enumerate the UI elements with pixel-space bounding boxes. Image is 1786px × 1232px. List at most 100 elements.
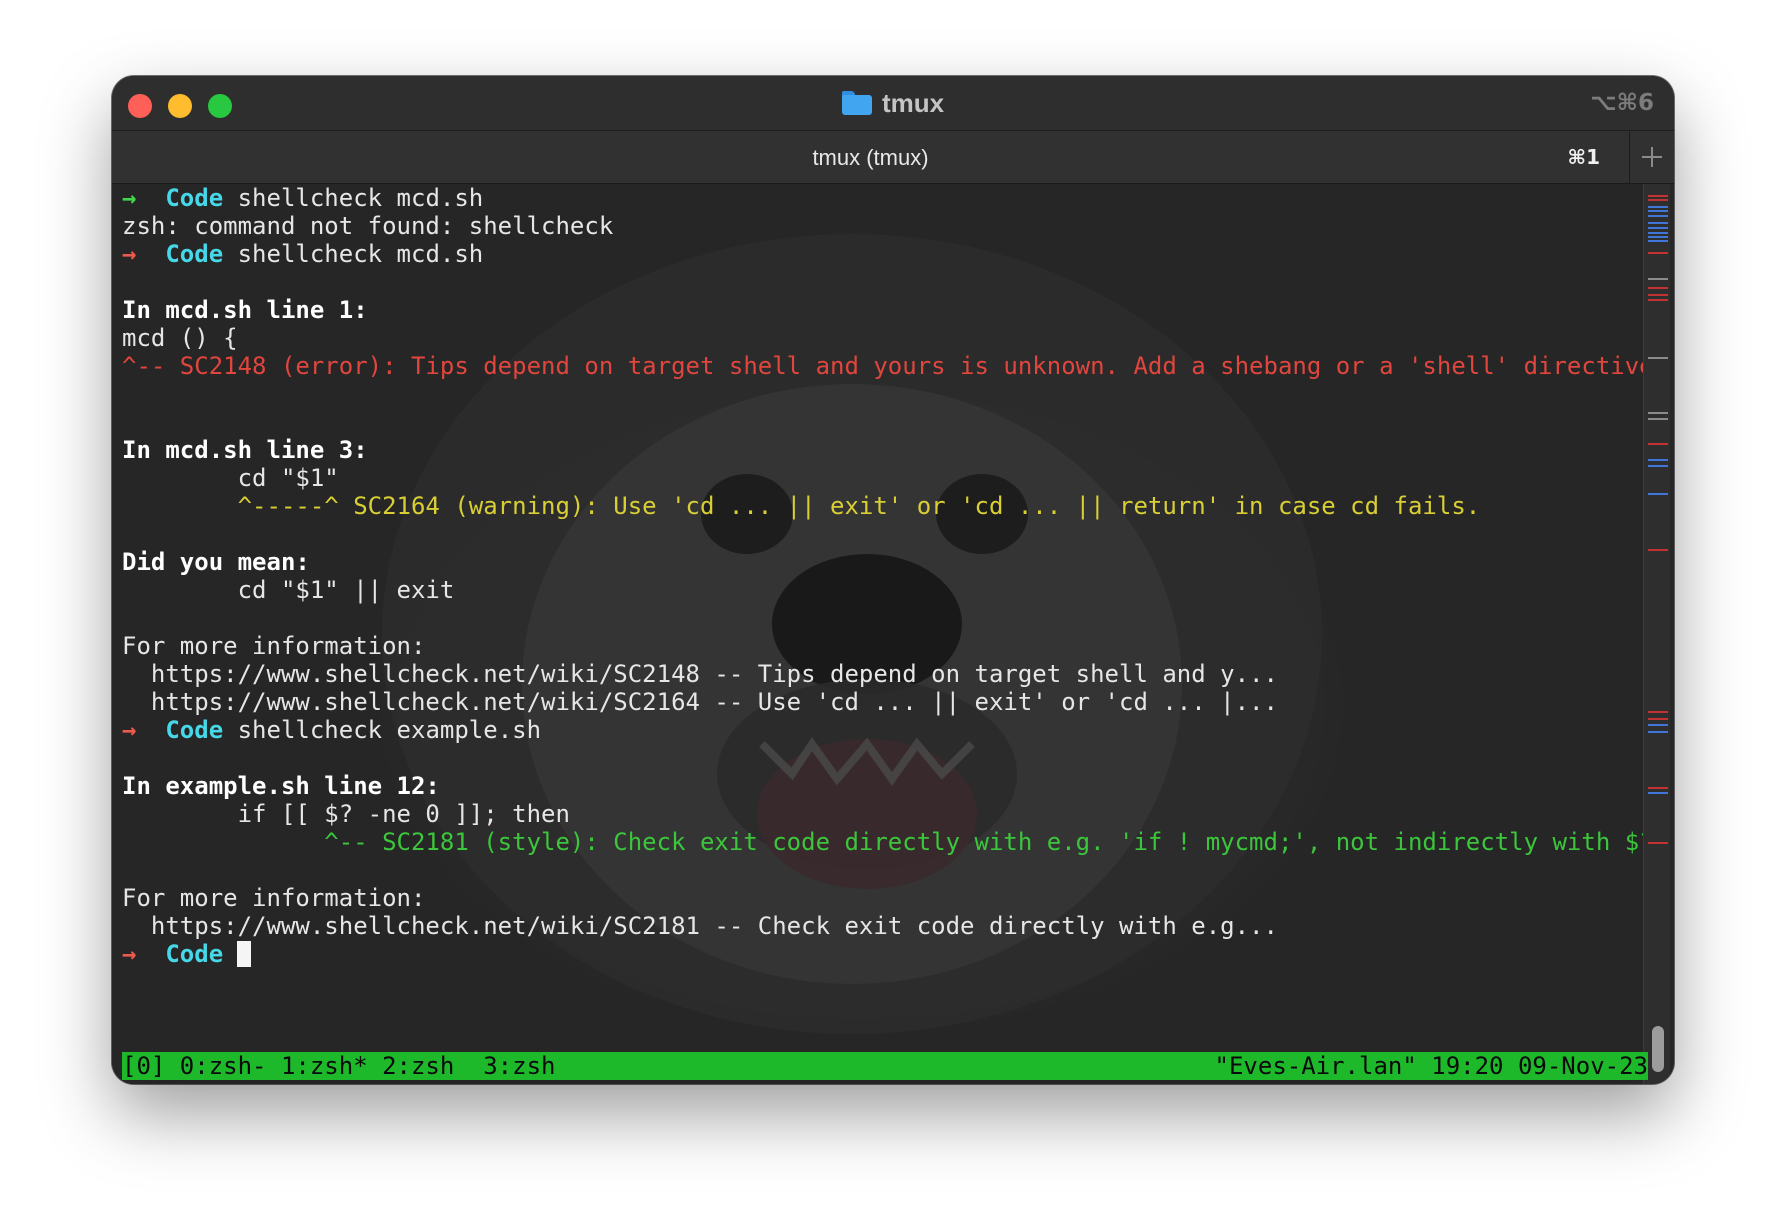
tab-label: tmux (tmux) — [812, 144, 929, 170]
terminal-content[interactable]: → Code shellcheck mcd.sh zsh: command not… — [112, 184, 1674, 1084]
terminal-text: → — [122, 184, 151, 212]
terminal-line: https://www.shellcheck.net/wiki/SC2164 -… — [122, 688, 1626, 716]
minimap-marker — [1648, 443, 1668, 445]
terminal-line: cd "$1" — [122, 464, 1626, 492]
scrollback-minimap[interactable] — [1643, 184, 1670, 1084]
terminal-text: https://www.shellcheck.net/wiki/SC2148 -… — [122, 660, 1278, 688]
terminal-line: ^-----^ SC2164 (warning): Use 'cd ... ||… — [122, 492, 1626, 520]
tmux-window-list[interactable]: [0] 0:zsh- 1:zsh* 2:zsh 3:zsh — [122, 1052, 555, 1080]
terminal-text: ^-----^ SC2164 (warning): Use 'cd ... ||… — [122, 492, 1481, 520]
minimap-marker — [1648, 210, 1668, 212]
minimap-marker — [1648, 206, 1668, 208]
terminal-line: For more information: — [122, 632, 1626, 660]
terminal-text: → — [122, 240, 151, 268]
scrollbar-thumb[interactable] — [1652, 1026, 1664, 1072]
minimap-marker — [1648, 465, 1668, 467]
minimap-marker — [1648, 418, 1668, 420]
tab-tmux[interactable]: tmux (tmux) — [112, 131, 1629, 184]
terminal-text: shellcheck mcd.sh — [223, 184, 484, 212]
window-title-group: tmux — [112, 76, 1674, 130]
minimap-marker — [1648, 842, 1668, 844]
terminal-line: → Code shellcheck mcd.sh — [122, 184, 1626, 212]
minimap-marker — [1648, 357, 1668, 359]
terminal-window: tmux ⌥⌘6 tmux (tmux) ⌘1 → Code shellchec… — [112, 76, 1674, 1084]
terminal-text: Code — [150, 940, 224, 968]
minimap-marker — [1648, 240, 1668, 242]
terminal-text: In example.sh line 12: — [122, 772, 440, 800]
minimap-marker — [1648, 412, 1668, 414]
minimap-marker — [1648, 215, 1668, 217]
terminal-line: https://www.shellcheck.net/wiki/SC2148 -… — [122, 660, 1626, 688]
title-bar[interactable]: tmux ⌥⌘6 — [112, 76, 1674, 130]
minimap-marker — [1648, 236, 1668, 238]
window-title: tmux — [881, 87, 945, 118]
terminal-line: ^-- SC2148 (error): Tips depend on targe… — [122, 352, 1668, 380]
new-tab-button[interactable] — [1629, 131, 1674, 184]
terminal-text: Code — [150, 184, 224, 212]
minimap-marker — [1648, 294, 1668, 296]
terminal-text: if [[ $? -ne 0 ]]; then — [122, 800, 570, 828]
terminal-line: ^-- SC2181 (style): Check exit code dire… — [122, 828, 1668, 856]
minimap-marker — [1648, 549, 1668, 551]
terminal-text: For more information: — [122, 884, 426, 912]
minimap-marker — [1648, 222, 1668, 224]
terminal-line: → Code shellcheck example.sh — [122, 716, 1626, 744]
terminal-line: mcd () { — [122, 324, 1626, 352]
window-shortcut: ⌥⌘6 — [1590, 90, 1654, 116]
minimap-marker — [1648, 252, 1668, 254]
text-cursor — [237, 941, 252, 967]
terminal-text: zsh: command not found: shellcheck — [122, 212, 614, 240]
terminal-line: https://www.shellcheck.net/wiki/SC2181 -… — [122, 912, 1626, 940]
terminal-text: Code — [150, 716, 224, 744]
terminal-line: zsh: command not found: shellcheck — [122, 212, 1626, 240]
terminal-text: https://www.shellcheck.net/wiki/SC2164 -… — [122, 688, 1278, 716]
terminal-text: ^-- SC2148 (error): Tips depend on targe… — [122, 352, 1669, 380]
terminal-text: Code — [150, 240, 224, 268]
terminal-text: ^-- SC2181 (style): Check exit code dire… — [122, 828, 1669, 856]
terminal-text: shellcheck example.sh — [223, 716, 542, 744]
terminal-text: For more information: — [122, 632, 426, 660]
terminal-text: cd "$1" — [122, 464, 339, 492]
minimap-marker — [1648, 718, 1668, 720]
terminal-line: cd "$1" || exit — [122, 576, 1626, 604]
minimap-marker — [1648, 711, 1668, 713]
terminal-line: In example.sh line 12: — [122, 772, 1626, 800]
terminal-text: cd "$1" || exit — [122, 576, 455, 604]
terminal-text: In mcd.sh line 1: — [122, 296, 368, 324]
minimap-marker — [1648, 787, 1668, 789]
terminal-text: → — [122, 940, 151, 968]
terminal-text: → — [122, 716, 151, 744]
minimap-marker — [1648, 792, 1668, 794]
minimap-marker — [1648, 731, 1668, 733]
minimap-marker — [1648, 299, 1668, 301]
terminal-text: Did you mean: — [122, 548, 310, 576]
terminal-line: For more information: — [122, 884, 1626, 912]
minimap-marker — [1648, 459, 1668, 461]
terminal-line: → Code — [122, 940, 1626, 968]
minimap-marker — [1648, 232, 1668, 234]
terminal-line: if [[ $? -ne 0 ]]; then — [122, 800, 1626, 828]
minimap-marker — [1648, 195, 1668, 197]
folder-icon — [841, 91, 872, 115]
terminal-line: In mcd.sh line 1: — [122, 296, 1626, 324]
minimap-marker — [1648, 278, 1668, 280]
terminal-line: → Code shellcheck mcd.sh — [122, 240, 1626, 268]
minimap-marker — [1648, 724, 1668, 726]
tmux-status-bar: [0] 0:zsh- 1:zsh* 2:zsh 3:zsh "Eves-Air.… — [122, 1052, 1648, 1080]
terminal-text: https://www.shellcheck.net/wiki/SC2181 -… — [122, 912, 1278, 940]
terminal-text: In mcd.sh line 3: — [122, 436, 368, 464]
tmux-host-time: "Eves-Air.lan" 19:20 09-Nov-23 — [1214, 1052, 1648, 1080]
minimap-marker — [1648, 199, 1668, 201]
terminal-output: → Code shellcheck mcd.sh zsh: command not… — [122, 184, 1668, 968]
minimap-marker — [1648, 227, 1668, 229]
terminal-text: shellcheck mcd.sh — [223, 240, 484, 268]
minimap-marker — [1648, 493, 1668, 495]
minimap-marker — [1648, 287, 1668, 289]
terminal-line: In mcd.sh line 3: — [122, 436, 1626, 464]
